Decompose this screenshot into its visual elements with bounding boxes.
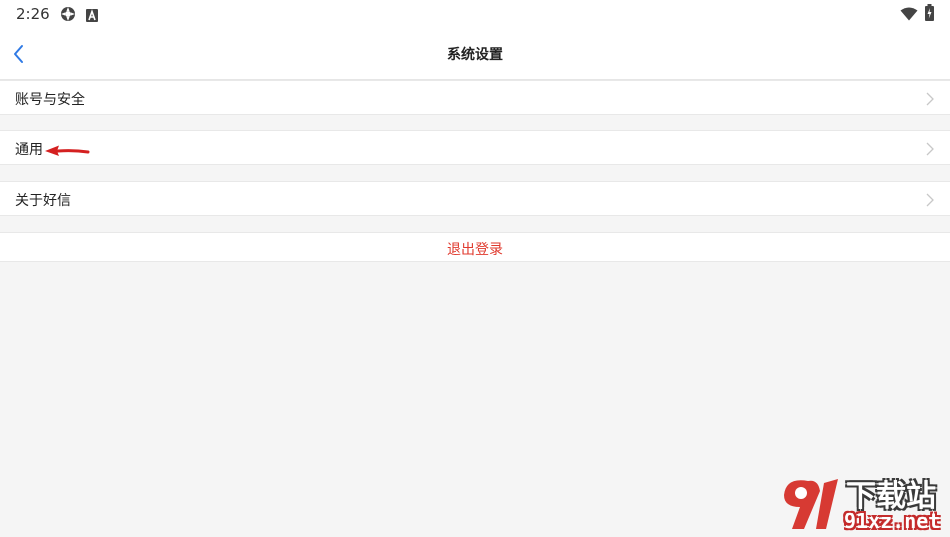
settings-item-label: 关于好信	[15, 193, 71, 209]
status-time: 2:26	[16, 5, 50, 23]
chevron-right-icon	[926, 192, 934, 211]
red-arrow-annotation-icon	[44, 143, 90, 162]
navigation-bar: 系统设置	[0, 28, 950, 80]
wifi-icon	[900, 6, 918, 25]
settings-item-label: 通用	[15, 142, 43, 158]
settings-item-general[interactable]: 通用	[0, 130, 950, 165]
settings-item-about[interactable]: 关于好信	[0, 181, 950, 216]
a-badge-icon	[86, 7, 98, 26]
logout-label: 退出登录	[447, 242, 503, 258]
settings-flower-icon	[60, 6, 76, 26]
watermark-url: 91xz.net	[844, 509, 941, 533]
watermark: 下载站 91xz.net	[778, 473, 948, 533]
page-title: 系统设置	[447, 47, 503, 63]
chevron-right-icon	[926, 91, 934, 110]
settings-item-account-security[interactable]: 账号与安全	[0, 80, 950, 115]
chevron-right-icon	[926, 141, 934, 160]
watermark-logo	[778, 473, 844, 537]
logout-button[interactable]: 退出登录	[0, 232, 950, 262]
battery-icon	[925, 4, 934, 25]
settings-item-label: 账号与安全	[15, 92, 85, 108]
status-bar: 2:26	[0, 0, 950, 28]
